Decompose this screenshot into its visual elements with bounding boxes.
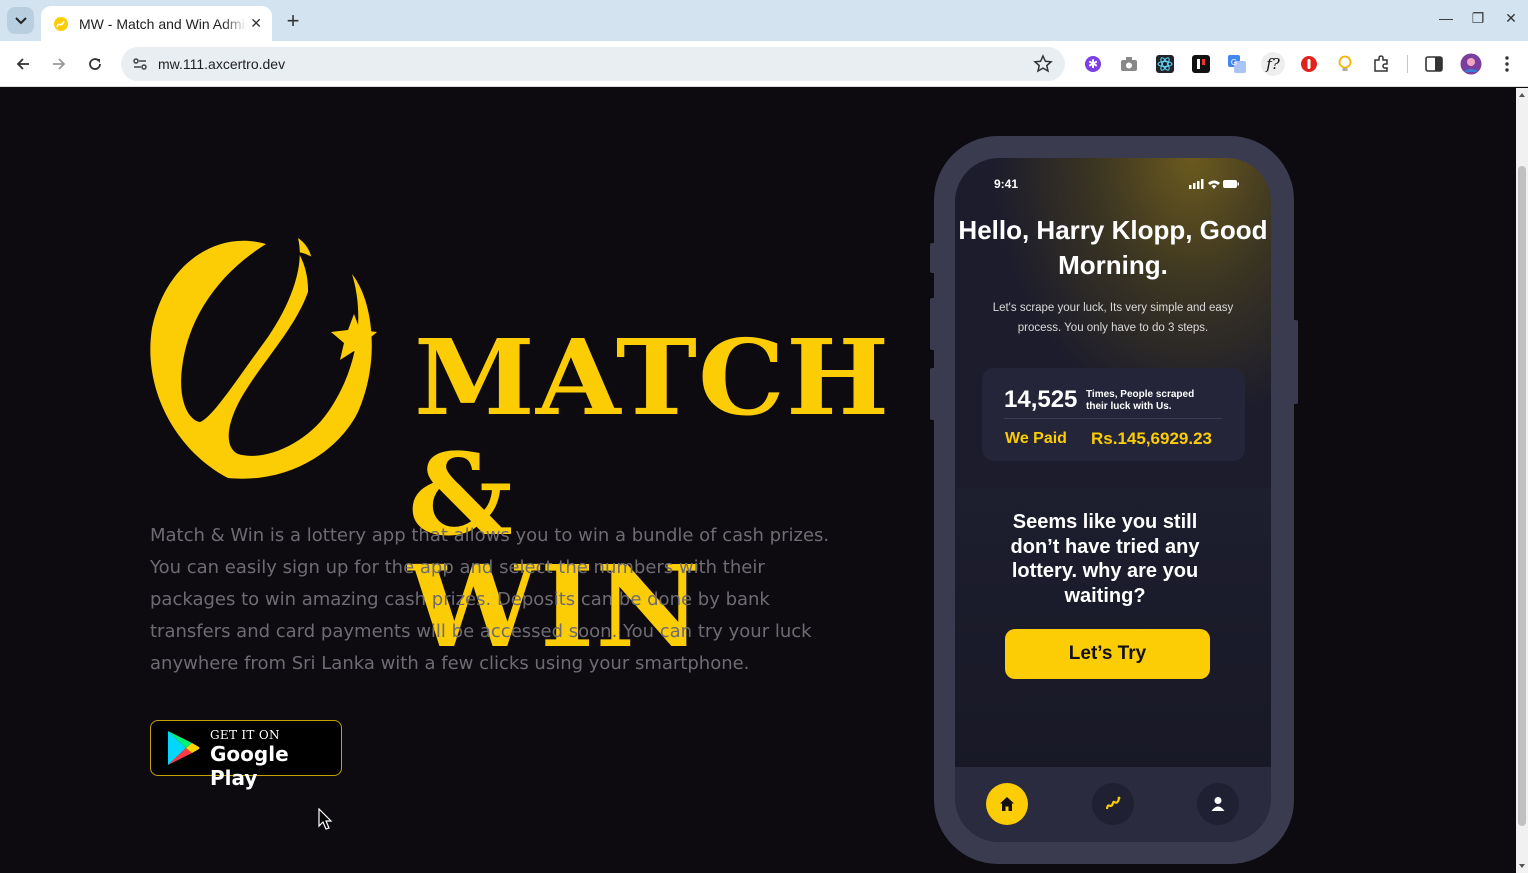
toolbar-divider <box>1407 55 1408 73</box>
restore-icon[interactable]: ❐ <box>1468 10 1488 27</box>
match-win-logo: MATCH & WIN <box>148 222 889 664</box>
swirl-star-logo-icon <box>150 238 377 479</box>
translate-icon[interactable]: G <box>1227 54 1247 74</box>
page-viewport: MATCH & WIN Match & Win is a lottery app… <box>0 88 1516 873</box>
formula-icon[interactable]: f? <box>1261 52 1285 76</box>
tab-search-button[interactable] <box>7 7 34 34</box>
tab-title: MW - Match and Win Admin <box>79 15 247 32</box>
google-play-icon <box>168 731 200 765</box>
paid-label: We Paid <box>1005 430 1067 447</box>
arrow-left-icon <box>16 58 29 70</box>
arrow-right-icon <box>53 58 66 70</box>
greeting-heading: Hello, Harry Klopp, Good Morning. <box>958 215 1268 280</box>
browser-menu-icon[interactable] <box>1497 54 1517 74</box>
page-scrollbar[interactable] <box>1516 88 1528 873</box>
status-icons <box>1189 179 1239 189</box>
dark-extension-icon[interactable] <box>1191 54 1211 74</box>
site-settings-icon[interactable] <box>131 55 149 73</box>
phone-mockup: 9:41 Hello, Harry Klopp, Good Morning. L… <box>934 136 1294 864</box>
greeting-subtitle: Let's scrape your luck, Its very simple … <box>992 302 1234 334</box>
react-devtools-icon[interactable] <box>1155 54 1175 74</box>
logo-icon <box>1105 796 1121 810</box>
new-tab-button[interactable]: + <box>281 8 305 33</box>
address-bar[interactable]: mw.111.axcertro.dev <box>121 47 1065 81</box>
scroll-down-arrow-icon[interactable] <box>1516 861 1528 871</box>
tab-close-icon[interactable]: ✕ <box>250 15 262 32</box>
svg-text:✱: ✱ <box>1088 57 1098 71</box>
svg-text:G: G <box>1231 58 1237 67</box>
app-description: Match & Win is a lottery app that allows… <box>150 525 830 674</box>
window-close-icon[interactable]: ✕ <box>1501 10 1521 27</box>
nav-profile-button[interactable] <box>1197 783 1239 825</box>
status-time: 9:41 <box>994 177 1019 191</box>
profile-avatar[interactable] <box>1460 53 1482 75</box>
scrollbar-thumb[interactable] <box>1518 166 1526 826</box>
chevron-down-icon <box>14 16 27 24</box>
logo-line-match: MATCH <box>414 316 891 439</box>
stats-card: 14,525 Times, People scraped their luck … <box>982 368 1245 461</box>
mouse-cursor-icon <box>318 808 333 830</box>
side-panel-icon[interactable] <box>1424 54 1444 74</box>
google-play-badge-button[interactable]: GET IT ON Google Play <box>150 720 342 790</box>
record-icon[interactable] <box>1299 54 1319 74</box>
phone-screen: 9:41 Hello, Harry Klopp, Good Morning. L… <box>955 158 1271 842</box>
scrape-count: 14,525 <box>1004 386 1078 413</box>
profile-icon <box>1211 797 1225 811</box>
reload-icon <box>89 58 101 70</box>
extension-asterisk-icon[interactable]: ✱ <box>1083 54 1103 74</box>
badge-google-play: Google Play <box>210 742 289 790</box>
back-button[interactable] <box>10 51 36 77</box>
forward-button[interactable] <box>46 51 72 77</box>
browser-toolbar: mw.111.axcertro.dev ✱ G f? <box>0 41 1528 87</box>
minimize-icon[interactable]: — <box>1436 10 1456 26</box>
stats-divider <box>1004 418 1222 419</box>
camera-icon[interactable] <box>1119 54 1139 74</box>
badge-get-it-on: GET IT ON <box>210 728 280 742</box>
scroll-up-arrow-icon[interactable] <box>1516 90 1528 100</box>
paid-amount: Rs.145,6929.23 <box>1091 429 1212 448</box>
reload-button[interactable] <box>82 51 108 77</box>
lightbulb-icon[interactable] <box>1335 54 1355 74</box>
url-text: mw.111.axcertro.dev <box>158 56 286 72</box>
scrape-count-label: Times, People scraped their luck with Us… <box>1086 389 1195 412</box>
nav-home-button[interactable] <box>986 783 1028 825</box>
lets-try-button[interactable]: Let’s Try <box>1005 629 1210 679</box>
empty-state-message: Seems like you still don’t have tried an… <box>1010 511 1200 607</box>
match-win-favicon-icon <box>54 16 68 31</box>
active-tab[interactable]: MW - Match and Win Admin ✕ <box>41 6 272 41</box>
nav-lottery-button[interactable] <box>1092 783 1134 825</box>
home-icon <box>1000 797 1014 811</box>
phone-bottom-nav <box>955 767 1271 842</box>
browser-tab-strip: MW - Match and Win Admin ✕ + — ❐ ✕ <box>0 0 1528 41</box>
extensions-puzzle-icon[interactable] <box>1371 54 1391 74</box>
bookmark-star-icon[interactable] <box>1033 54 1053 74</box>
